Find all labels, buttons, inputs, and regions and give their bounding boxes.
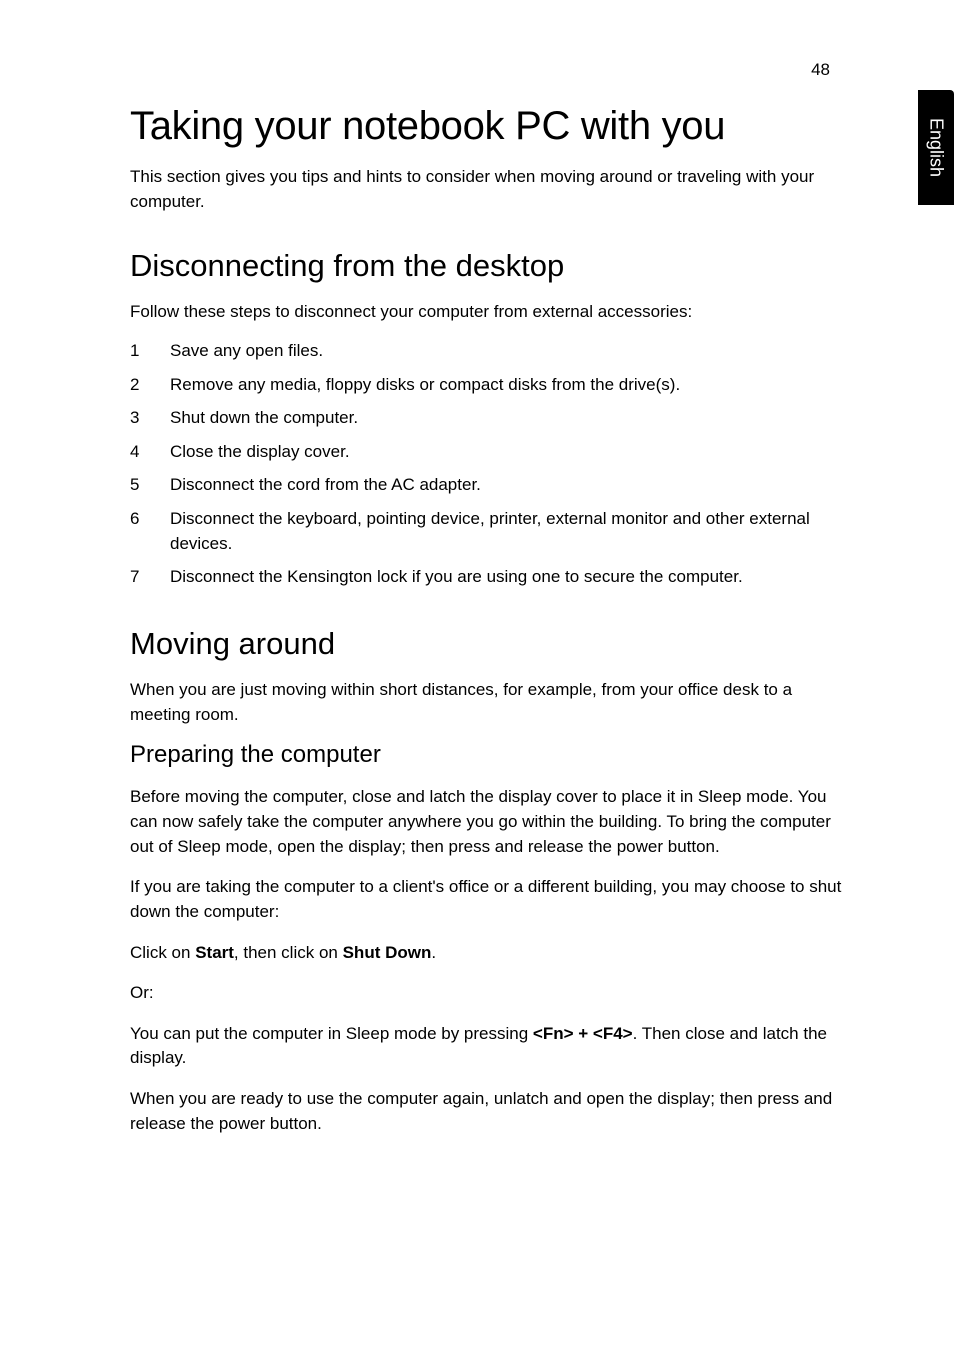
- body-paragraph: When you are ready to use the computer a…: [130, 1087, 844, 1136]
- body-paragraph: Before moving the computer, close and la…: [130, 785, 844, 859]
- list-item: 2Remove any media, floppy disks or compa…: [130, 373, 844, 398]
- bold-shutdown: Shut Down: [343, 943, 432, 962]
- step-text: Save any open files.: [170, 339, 844, 364]
- step-number: 6: [130, 507, 170, 556]
- list-item: 3Shut down the computer.: [130, 406, 844, 431]
- section2-intro: When you are just moving within short di…: [130, 678, 844, 727]
- list-item: 5Disconnect the cord from the AC adapter…: [130, 473, 844, 498]
- page-number: 48: [130, 60, 844, 80]
- step-text: Remove any media, floppy disks or compac…: [170, 373, 844, 398]
- side-language-tab: English: [918, 90, 954, 205]
- body-paragraph: If you are taking the computer to a clie…: [130, 875, 844, 924]
- section-heading-disconnecting: Disconnecting from the desktop: [130, 248, 844, 284]
- intro-paragraph: This section gives you tips and hints to…: [130, 165, 844, 214]
- text-fragment: .: [431, 943, 436, 962]
- list-item: 6Disconnect the keyboard, pointing devic…: [130, 507, 844, 556]
- body-paragraph: You can put the computer in Sleep mode b…: [130, 1022, 844, 1071]
- step-number: 4: [130, 440, 170, 465]
- page-title: Taking your notebook PC with you: [130, 104, 844, 149]
- step-text: Disconnect the cord from the AC adapter.: [170, 473, 844, 498]
- body-paragraph: Click on Start, then click on Shut Down.: [130, 941, 844, 966]
- section1-intro: Follow these steps to disconnect your co…: [130, 300, 844, 325]
- list-item: 1Save any open files.: [130, 339, 844, 364]
- section-heading-moving: Moving around: [130, 626, 844, 662]
- step-text: Disconnect the keyboard, pointing device…: [170, 507, 844, 556]
- step-number: 5: [130, 473, 170, 498]
- text-fragment: You can put the computer in Sleep mode b…: [130, 1024, 533, 1043]
- step-text: Close the display cover.: [170, 440, 844, 465]
- step-number: 7: [130, 565, 170, 590]
- list-item: 4Close the display cover.: [130, 440, 844, 465]
- step-text: Shut down the computer.: [170, 406, 844, 431]
- bold-start: Start: [195, 943, 234, 962]
- bold-keycombo: <Fn> + <F4>: [533, 1024, 633, 1043]
- step-number: 1: [130, 339, 170, 364]
- subsection-heading-preparing: Preparing the computer: [130, 741, 844, 769]
- step-number: 2: [130, 373, 170, 398]
- page-content: 48 Taking your notebook PC with you This…: [0, 0, 954, 1212]
- step-text: Disconnect the Kensington lock if you ar…: [170, 565, 844, 590]
- steps-list: 1Save any open files. 2Remove any media,…: [130, 339, 844, 590]
- text-fragment: Click on: [130, 943, 195, 962]
- text-fragment: , then click on: [234, 943, 343, 962]
- list-item: 7Disconnect the Kensington lock if you a…: [130, 565, 844, 590]
- body-paragraph: Or:: [130, 981, 844, 1006]
- step-number: 3: [130, 406, 170, 431]
